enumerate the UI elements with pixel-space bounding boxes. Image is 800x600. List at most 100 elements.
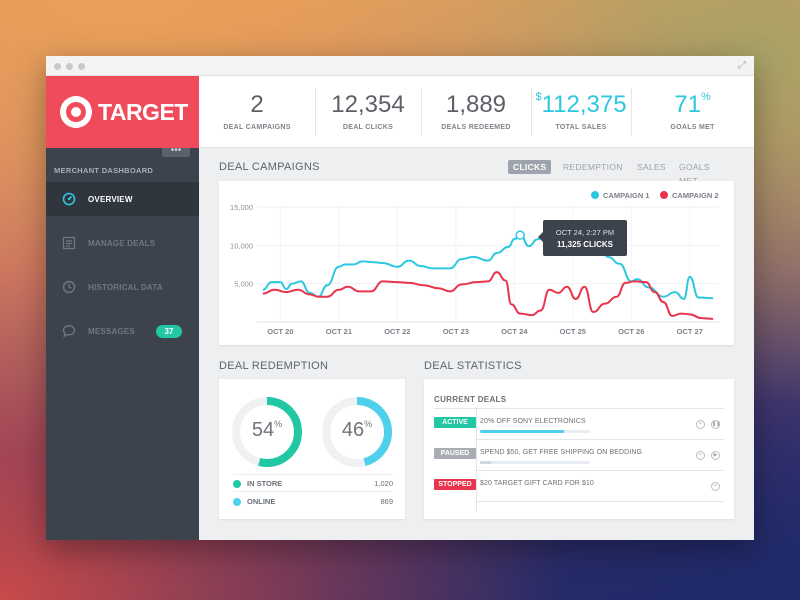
close-icon[interactable]: ×	[696, 451, 705, 460]
series-line-campaign-2	[262, 271, 714, 320]
sidebar-item-overview[interactable]: OVERVIEW	[46, 182, 199, 216]
stat-deal-clicks: 12,354 DEAL CLICKS	[315, 76, 421, 148]
deal-text: SPEND $50, GET FREE SHIPPING ON BEDDING	[480, 449, 643, 456]
window-close-dot[interactable]	[54, 63, 61, 70]
x-tick-label: OCT 22	[384, 327, 410, 336]
campaign-chart-card: CAMPAIGN 1 CAMPAIGN 2 15,000 10,000 5,000 O…	[219, 181, 734, 345]
stat-value: 2	[250, 91, 264, 118]
sidebar-item-manage-deals[interactable]: MANAGE DEALS	[46, 226, 199, 260]
line-chart: 15,000 10,000 5,000 OCT 20 OCT 21 OCT 22 OCT 2…	[230, 203, 719, 336]
y-tick-label: 5,000	[234, 280, 253, 289]
window-zoom-dot[interactable]	[78, 63, 85, 70]
divider	[476, 470, 724, 471]
donut-percent: 46%	[341, 419, 373, 441]
deal-row-paused[interactable]: PAUSED SPEND $50, GET FREE SHIPPING ON B…	[434, 442, 724, 472]
deal-row-active[interactable]: ACTIVE 20% OFF SONY ELECTRONICS × ❚❚	[434, 411, 724, 441]
deal-statistics-card: CURRENT DEALS ACTIVE 20% OFF SONY ELECTR…	[424, 379, 734, 519]
stat-value: 12,354	[331, 91, 405, 118]
sidebar-item-historical-data[interactable]: HISTORICAL DATA	[46, 270, 199, 304]
stat-goals-met: 71% GOALS MET	[631, 76, 754, 148]
x-tick-label: OCT 20	[267, 327, 293, 336]
progress-bar	[480, 461, 590, 464]
donut-percent: 54%	[251, 419, 283, 441]
stat-label: DEAL CLICKS	[342, 124, 394, 131]
legend-swatch	[233, 480, 241, 488]
progress-fill	[480, 461, 491, 464]
stat-deal-campaigns: 2 DEAL CAMPAIGNS	[199, 76, 315, 148]
status-badge: STOPPED	[434, 479, 476, 490]
tooltip-date: OCT 24, 2:27 PM	[555, 228, 615, 237]
brand-name: TARGET	[98, 99, 188, 125]
close-icon[interactable]: ×	[711, 482, 720, 491]
status-badge: ACTIVE	[434, 417, 476, 428]
play-icon[interactable]: ▶	[711, 451, 720, 460]
deal-text: 20% OFF SONY ELECTRONICS	[480, 418, 586, 425]
y-tick-label: 10,000	[230, 241, 253, 250]
sidebar-item-label: HISTORICAL DATA	[88, 283, 163, 292]
messages-count-badge: 37	[156, 325, 182, 338]
stat-value: $112,375	[535, 91, 627, 118]
title-bar: ⤢	[46, 56, 754, 76]
brand-header[interactable]: TARGET	[46, 76, 199, 148]
app-window: ⤢ TARGET ••• MERCHANT DASHBOARD OVERVIEW	[46, 56, 754, 540]
section-title-deal-campaigns: DEAL CAMPAIGNS	[219, 161, 320, 173]
section-title-deal-redemption: DEAL REDEMPTION	[219, 360, 329, 372]
stat-label: TOTAL SALES	[555, 124, 607, 131]
sidebar-item-label: OVERVIEW	[88, 195, 133, 204]
pause-icon[interactable]: ❚❚	[711, 420, 720, 429]
summary-stats-bar: 2 DEAL CAMPAIGNS 12,354 DEAL CLICKS 1,88…	[199, 76, 754, 148]
chat-bubble-icon	[62, 325, 76, 338]
divider	[233, 474, 393, 475]
y-tick-label: 15,000	[230, 203, 253, 212]
divider	[476, 501, 724, 502]
x-tick-label: OCT 25	[560, 327, 586, 336]
tab-clicks[interactable]: CLICKS	[508, 160, 552, 174]
stat-label: GOALS MET	[670, 124, 715, 131]
more-options-button[interactable]: •••	[162, 146, 190, 157]
progress-bar	[480, 430, 590, 433]
tab-goals-met[interactable]: GOALS MET	[679, 160, 710, 186]
target-logo-icon	[60, 96, 92, 128]
current-deals-heading: CURRENT DEALS	[434, 395, 507, 404]
divider	[434, 408, 724, 409]
status-badge: PAUSED	[434, 448, 476, 459]
divider	[476, 439, 724, 440]
stat-value: 1,889	[445, 91, 507, 118]
donut-online: 46%	[321, 396, 393, 468]
tab-sales[interactable]: SALES	[637, 160, 666, 174]
legend-swatch	[233, 498, 241, 506]
x-tick-label: OCT 24	[501, 327, 528, 336]
stat-value: 71%	[674, 91, 711, 118]
window-minimize-dot[interactable]	[66, 63, 73, 70]
legend-online: ONLINE 869	[233, 497, 393, 511]
x-tick-label: OCT 23	[443, 327, 469, 336]
list-icon	[62, 236, 76, 250]
sidebar-heading: MERCHANT DASHBOARD	[54, 166, 154, 175]
sidebar-item-label: MANAGE DEALS	[88, 239, 156, 248]
stat-label: DEAL CAMPAIGNS	[223, 124, 291, 131]
tab-redemption[interactable]: REDEMPTION	[563, 160, 623, 174]
x-tick-label: OCT 27	[677, 327, 703, 336]
deal-row-stopped[interactable]: STOPPED $20 TARGET GIFT CARD FOR $10 ×	[434, 473, 724, 503]
sidebar-item-messages[interactable]: MESSAGES 37	[46, 314, 199, 348]
progress-fill	[480, 430, 564, 433]
divider	[233, 491, 393, 492]
donut-in-store: 54%	[231, 396, 303, 468]
expand-icon[interactable]: ⤢	[738, 60, 746, 71]
series-line-campaign-1	[262, 229, 714, 300]
section-title-deal-statistics: DEAL STATISTICS	[424, 360, 522, 372]
x-tick-label: OCT 21	[326, 327, 352, 336]
deal-redemption-card: 54% 46% IN STORE 1,020 ONLINE 869	[219, 379, 405, 519]
gauge-icon	[62, 192, 76, 206]
highlight-point	[515, 230, 525, 240]
stat-total-sales: $112,375 TOTAL SALES	[531, 76, 631, 148]
stat-deals-redeemed: 1,889 DEALS REDEEMED	[421, 76, 531, 148]
deal-text: $20 TARGET GIFT CARD FOR $10	[480, 480, 594, 487]
close-icon[interactable]: ×	[696, 420, 705, 429]
sidebar-item-label: MESSAGES	[88, 327, 135, 336]
sidebar: TARGET ••• MERCHANT DASHBOARD OVERVIEW M…	[46, 76, 199, 540]
tooltip-value: 11,325 CLICKS	[556, 240, 614, 249]
x-tick-label: OCT 26	[618, 327, 644, 336]
clock-icon	[62, 280, 76, 294]
stat-label: DEALS REDEEMED	[441, 124, 511, 131]
